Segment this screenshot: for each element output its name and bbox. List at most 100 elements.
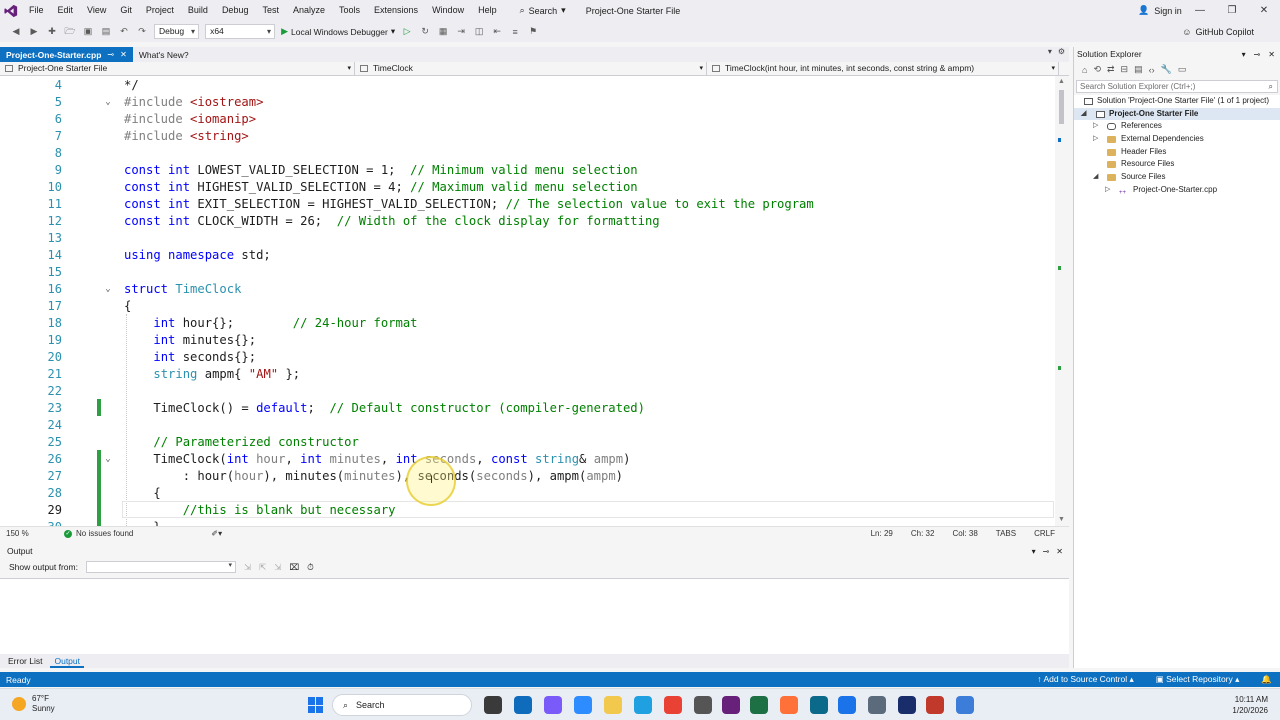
expand-arrow-icon[interactable]: ▷ xyxy=(1093,133,1098,146)
back-icon[interactable]: ◀ xyxy=(10,26,22,38)
menu-edit[interactable]: Edit xyxy=(51,0,81,21)
windows-start-icon[interactable] xyxy=(308,697,324,713)
code-line[interactable]: 23 TimeClock() = default; // Default con… xyxy=(0,400,1055,417)
fold-toggle-icon[interactable]: ⌄ xyxy=(103,98,113,108)
save-all-icon[interactable]: ▤ xyxy=(100,26,112,38)
tree-item-solution[interactable]: Solution 'Project-One Starter File' (1 o… xyxy=(1074,95,1280,108)
code-line[interactable]: 6 #include <iomanip> xyxy=(0,111,1055,128)
tab-error-list[interactable]: Error List xyxy=(4,654,46,668)
breakpoint-icon[interactable]: ◫ xyxy=(473,26,485,38)
properties-icon[interactable]: 🔧 xyxy=(1161,64,1172,75)
code-line[interactable]: 4 */ xyxy=(0,77,1055,94)
code-line[interactable]: 9 const int LOWEST_VALID_SELECTION = 1; /… xyxy=(0,162,1055,179)
monitor-app-icon[interactable] xyxy=(810,696,828,714)
settings-icon[interactable] xyxy=(868,696,886,714)
output-source-select[interactable] xyxy=(85,561,236,573)
new-project-icon[interactable]: ✚ xyxy=(46,26,58,38)
tab-whats-new[interactable]: What's New? xyxy=(133,47,195,62)
tab-output[interactable]: Output xyxy=(50,654,85,668)
line-number[interactable]: Ln: 29 xyxy=(871,529,893,538)
window-position-icon[interactable]: ▾ xyxy=(1242,47,1246,62)
undo-icon[interactable]: ↶ xyxy=(118,26,130,38)
code-line[interactable]: 13 xyxy=(0,230,1055,247)
github-copilot-button[interactable]: ☺ GitHub Copilot xyxy=(1182,21,1254,42)
tree-item-cpp-file[interactable]: ▷ ++ Project-One-Starter.cpp xyxy=(1074,184,1280,197)
fold-toggle-icon[interactable]: ⌄ xyxy=(103,455,113,465)
show-all-files-icon[interactable]: ▤ xyxy=(1134,64,1143,75)
col-number[interactable]: Col: 38 xyxy=(952,529,977,538)
minimize-button[interactable]: — xyxy=(1184,0,1216,21)
menu-test[interactable]: Test xyxy=(255,0,286,21)
menu-analyze[interactable]: Analyze xyxy=(286,0,332,21)
code-line[interactable]: 27 : hour(hour), minutes(minutes), secon… xyxy=(0,468,1055,485)
code-line[interactable]: 18 int hour{}; // 24-hour format xyxy=(0,315,1055,332)
code-line[interactable]: 7 #include <string> xyxy=(0,128,1055,145)
select-repository-button[interactable]: ▣ Select Repository ▴ xyxy=(1156,674,1240,685)
code-line[interactable]: 19 int minutes{}; xyxy=(0,332,1055,349)
app-icon[interactable] xyxy=(926,696,944,714)
menu-search[interactable]: ⌕ Search ▾ xyxy=(514,0,572,21)
edge-icon[interactable] xyxy=(634,696,652,714)
menu-build[interactable]: Build xyxy=(181,0,215,21)
platform-select[interactable]: x64 xyxy=(205,24,276,39)
member-dropdown[interactable]: TimeClock(int hour, int minutes, int sec… xyxy=(707,62,1059,76)
code-line[interactable]: 11 const int EXIT_SELECTION = HIGHEST_VAL… xyxy=(0,196,1055,213)
menu-tools[interactable]: Tools xyxy=(332,0,367,21)
firefox-icon[interactable] xyxy=(780,696,798,714)
menu-view[interactable]: View xyxy=(80,0,113,21)
start-debugging-button[interactable]: ▶ Local Windows Debugger ▾ xyxy=(281,26,395,37)
solution-search-input[interactable]: Search Solution Explorer (Ctrl+;) ⌕ xyxy=(1076,80,1278,93)
code-line[interactable]: 30 } xyxy=(0,519,1055,526)
hot-reload-icon[interactable]: ↻ xyxy=(419,26,431,38)
indent-mode[interactable]: TABS xyxy=(996,529,1016,538)
close-icon[interactable]: ✕ xyxy=(1056,544,1063,559)
code-line[interactable]: 21 string ampm{ "AM" }; xyxy=(0,366,1055,383)
vertical-scrollbar[interactable]: ▲ ▼ xyxy=(1055,76,1069,526)
settings-icon[interactable]: ⚙ xyxy=(1058,47,1065,56)
pin-icon[interactable]: ⊸ xyxy=(1254,47,1261,62)
visual-studio-icon[interactable] xyxy=(722,696,740,714)
code-line[interactable]: 29 //this is blank but necessary xyxy=(0,502,1055,519)
system-clock[interactable]: 10:11 AM 1/20/2026 xyxy=(1232,694,1268,716)
menu-git[interactable]: Git xyxy=(113,0,139,21)
collapse-arrow-icon[interactable]: ◢ xyxy=(1081,108,1086,121)
bookmark-icon[interactable]: ⚑ xyxy=(527,26,539,38)
app-icon[interactable] xyxy=(898,696,916,714)
indent-icon[interactable]: ⇤ xyxy=(491,26,503,38)
code-line[interactable]: 5 ⌄ #include <iostream> xyxy=(0,94,1055,111)
tab-project-one-starter-cpp[interactable]: Project-One-Starter.cpp ⊸ ✕ xyxy=(0,47,133,62)
find-message-icon[interactable]: ⇲ xyxy=(244,562,251,573)
scroll-up-icon[interactable]: ▲ xyxy=(1058,78,1065,85)
window-position-icon[interactable]: ▾ xyxy=(1032,544,1036,559)
chrome-icon[interactable] xyxy=(664,696,682,714)
zoom-level[interactable]: 150 % xyxy=(6,529,64,538)
fold-toggle-icon[interactable]: ⌄ xyxy=(103,285,113,295)
tree-item-source-files[interactable]: ◢ Source Files xyxy=(1074,171,1280,184)
code-line[interactable]: 12 const int CLOCK_WIDTH = 26; // Width o… xyxy=(0,213,1055,230)
brush-icon[interactable]: ✐▾ xyxy=(211,529,222,538)
menu-extensions[interactable]: Extensions xyxy=(367,0,425,21)
code-line[interactable]: 28 { xyxy=(0,485,1055,502)
preview-icon[interactable]: ▭ xyxy=(1178,64,1187,75)
close-button[interactable]: ✕ xyxy=(1248,0,1280,21)
start-without-debugging-icon[interactable]: ▷ xyxy=(401,26,413,38)
close-icon[interactable]: ✕ xyxy=(120,50,127,59)
tree-item-references[interactable]: ▷ References xyxy=(1074,120,1280,133)
expand-arrow-icon[interactable]: ▷ xyxy=(1105,184,1110,197)
close-icon[interactable]: ✕ xyxy=(1268,47,1275,62)
code-line[interactable]: 24 xyxy=(0,417,1055,434)
code-line[interactable]: 16 ⌄ struct TimeClock xyxy=(0,281,1055,298)
tree-item-project[interactable]: ◢ Project-One Starter File xyxy=(1074,107,1280,121)
save-icon[interactable]: ▣ xyxy=(82,26,94,38)
code-line[interactable]: 8 xyxy=(0,145,1055,162)
mail-app-icon[interactable] xyxy=(838,696,856,714)
tree-item-external-dependencies[interactable]: ▷ External Dependencies xyxy=(1074,133,1280,146)
code-line[interactable]: 10 const int HIGHEST_VALID_SELECTION = 4;… xyxy=(0,179,1055,196)
output-text-area[interactable] xyxy=(0,578,1069,654)
dell-icon[interactable] xyxy=(694,696,712,714)
excel-icon[interactable] xyxy=(750,696,768,714)
diagnostics-icon[interactable]: ▦ xyxy=(437,26,449,38)
menu-window[interactable]: Window xyxy=(425,0,471,21)
scrollbar-thumb[interactable] xyxy=(1059,90,1064,124)
outlook-icon[interactable] xyxy=(514,696,532,714)
